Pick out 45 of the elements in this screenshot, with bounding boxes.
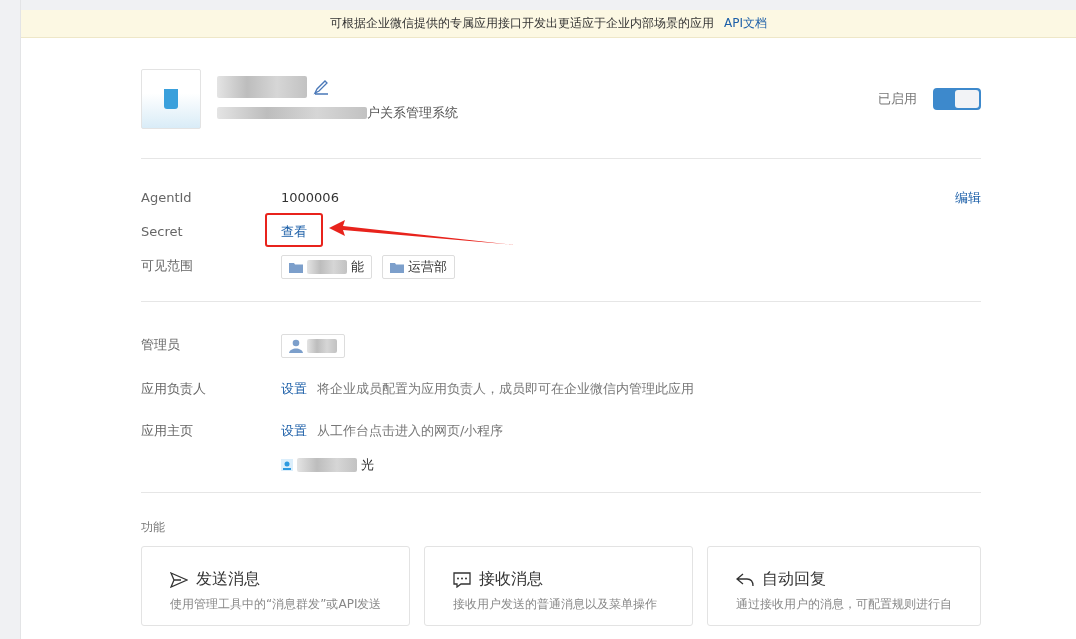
folder-icon: [390, 261, 404, 273]
app-logo-icon: [141, 69, 201, 129]
highlight-box: [265, 213, 323, 247]
pencil-icon[interactable]: [313, 79, 329, 95]
edit-link[interactable]: 编辑: [955, 189, 981, 207]
field-label: 管理员: [141, 336, 181, 354]
field-label: 应用负责人: [141, 380, 207, 398]
member-name: 光: [361, 456, 374, 474]
department-tag[interactable]: 能: [281, 255, 372, 279]
field-label: AgentId: [141, 189, 193, 207]
card-title: 接收消息: [479, 569, 544, 590]
field-label: 应用主页: [141, 422, 194, 440]
view-secret-link[interactable]: 查看: [281, 224, 307, 239]
status-label: 已启用: [878, 90, 917, 108]
card-title: 自动回复: [762, 569, 826, 590]
card-title: 发送消息: [196, 569, 260, 590]
settings-link[interactable]: 设置: [281, 420, 307, 442]
card-description: 使用管理工具中的“消息群发”或API发送: [170, 596, 382, 613]
settings-link[interactable]: 设置: [281, 378, 307, 400]
reply-icon: [736, 571, 754, 588]
notice-text: 可根据企业微信提供的专属应用接口开发出更适应于企业内部场景的应用: [330, 15, 714, 32]
chat-icon: [453, 571, 472, 588]
card-description: 接收用户发送的普通消息以及菜单操作: [453, 596, 659, 613]
app-description: 户关系管理系统: [367, 104, 458, 122]
blurred-text: [307, 260, 347, 274]
card-description: 通过接收用户的消息，可配置规则进行自: [736, 596, 952, 613]
section-title: 功能: [141, 519, 166, 536]
field-label: Secret: [141, 223, 184, 241]
field-label: 可见范围: [141, 257, 194, 275]
hint-text: 从工作台点击进入的网页/小程序: [317, 422, 504, 440]
enable-toggle[interactable]: [933, 88, 981, 110]
admin-tag[interactable]: [281, 334, 345, 358]
feature-card[interactable]: 自动回复 通过接收用户的消息，可配置规则进行自: [707, 546, 981, 626]
department-tag[interactable]: 运营部: [382, 255, 455, 279]
api-docs-link[interactable]: API文档: [724, 15, 767, 32]
feature-card[interactable]: 发送消息 使用管理工具中的“消息群发”或API发送: [141, 546, 411, 626]
person-icon: [289, 339, 303, 353]
agent-id-value: 1000006: [281, 189, 339, 207]
feature-card[interactable]: 接收消息 接收用户发送的普通消息以及菜单操作: [424, 546, 693, 626]
send-icon: [170, 571, 188, 588]
blurred-name: [307, 339, 337, 353]
hint-text: 将企业成员配置为应用负责人，成员即可在企业微信内管理此应用: [317, 380, 694, 398]
blurred-name: [297, 458, 357, 472]
folder-icon: [289, 261, 303, 273]
avatar-icon: [281, 459, 293, 471]
